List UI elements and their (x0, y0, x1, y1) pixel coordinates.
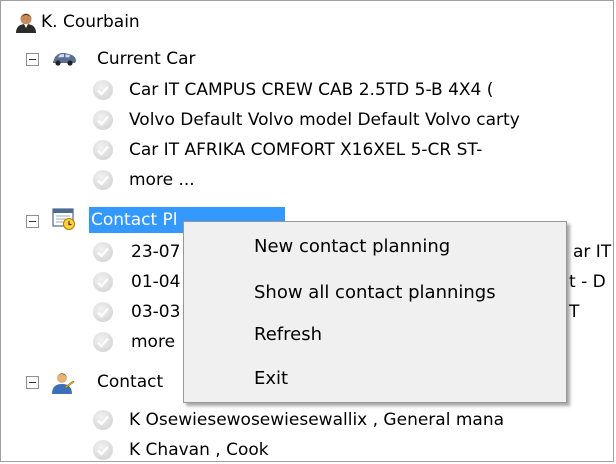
check-icon (93, 170, 113, 190)
list-item[interactable]: Car IT AFRIKA COMFORT X16XEL 5-CR ST- (129, 137, 613, 163)
menu-item-new-contact-planning[interactable]: New contact planning (254, 232, 450, 262)
list-item[interactable]: Car IT CAMPUS CREW CAB 2.5TD 5-B 4X4 ( (129, 77, 613, 103)
check-icon (93, 410, 113, 430)
more-link[interactable]: more ... (129, 167, 613, 193)
context-menu: New contact planning Show all contact pl… (183, 221, 567, 403)
tree-node-label: Contact (97, 372, 164, 392)
tree-root-node[interactable]: K. Courbain (15, 9, 605, 35)
tree-root-label: K. Courbain (41, 12, 140, 32)
menu-item-exit[interactable]: Exit (254, 364, 288, 394)
list-item[interactable]: K Osewiesewosewiesewallix , General mana (129, 407, 613, 433)
tree-node-current-car[interactable]: Current Car (51, 46, 611, 72)
tree-node-contact[interactable]: Contact (51, 369, 191, 395)
collapse-contact-planning-button[interactable] (26, 215, 39, 228)
menu-item-show-all-contact-plannings[interactable]: Show all contact plannings (254, 278, 496, 308)
list-item-tail: t - D (569, 272, 606, 292)
list-item[interactable]: 03-03 (131, 299, 191, 325)
list-item[interactable]: 23-07 (131, 239, 191, 265)
list-item-tail: ar IT (573, 242, 612, 262)
tree-view[interactable]: K. Courbain Current Car Car IT CAMPUS CR… (0, 0, 614, 462)
check-icon (93, 440, 113, 460)
list-item-tail: T (569, 302, 580, 322)
calendar-clock-icon (52, 208, 75, 230)
collapse-current-car-button[interactable] (26, 53, 39, 66)
check-icon (93, 332, 113, 352)
car-icon (53, 52, 76, 66)
check-icon (93, 272, 113, 292)
check-icon (93, 80, 113, 100)
check-icon (93, 242, 113, 262)
tree-node-label: Current Car (97, 49, 196, 69)
menu-item-refresh[interactable]: Refresh (254, 320, 322, 350)
more-link[interactable]: more (131, 329, 191, 355)
collapse-contact-button[interactable] (26, 376, 39, 389)
person-icon (16, 13, 36, 33)
check-icon (93, 110, 113, 130)
check-icon (93, 302, 113, 322)
list-item[interactable]: K Chavan , Cook (129, 437, 613, 461)
list-item[interactable]: Volvo Default Volvo model Default Volvo … (129, 107, 613, 133)
check-icon (93, 140, 113, 160)
contact-person-icon (52, 373, 75, 394)
list-item[interactable]: 01-04 (131, 269, 191, 295)
